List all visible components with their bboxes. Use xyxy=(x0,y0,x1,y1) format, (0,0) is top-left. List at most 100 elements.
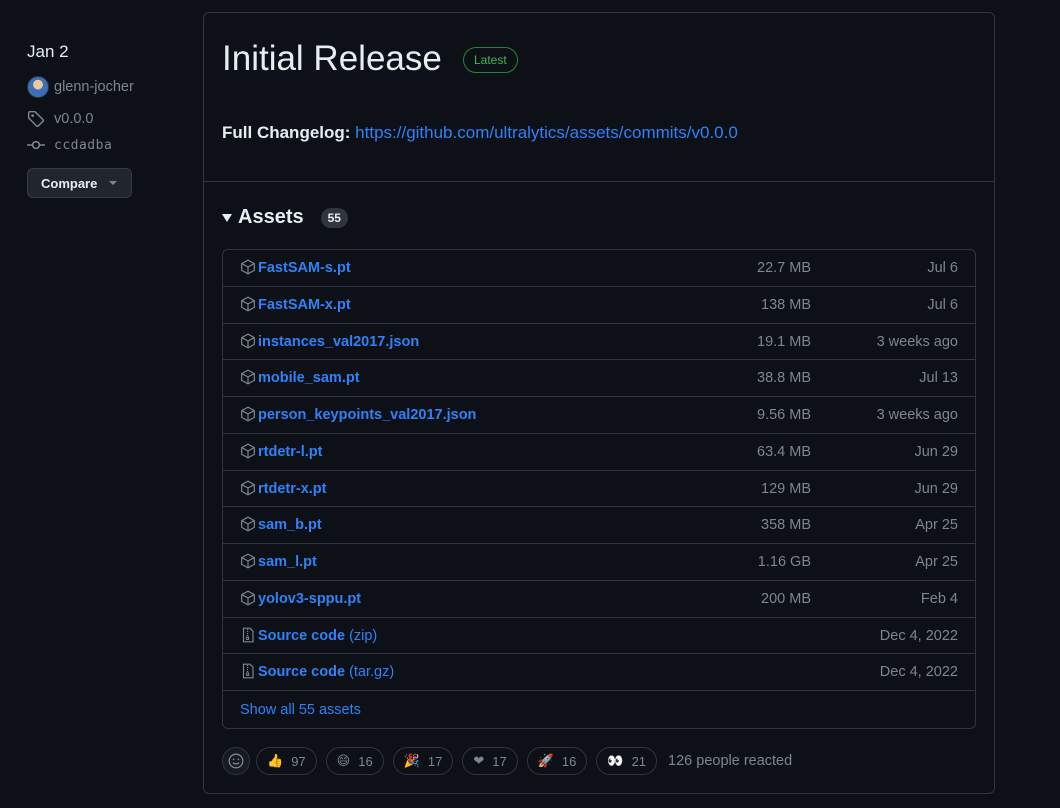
asset-row: FastSAM-x.pt 138 MB Jul 6 xyxy=(223,287,975,324)
assets-list: FastSAM-s.pt 22.7 MB Jul 6 FastSAM-x.pt 138 … xyxy=(222,249,976,729)
asset-size: 358 MB xyxy=(761,517,811,534)
reaction-count: 97 xyxy=(291,753,306,769)
reaction-button[interactable]: 🚀 16 xyxy=(526,747,588,775)
asset-row: sam_l.pt 1.16 GB Apr 25 xyxy=(223,544,975,581)
package-icon xyxy=(240,259,256,279)
asset-link[interactable]: FastSAM-s.pt xyxy=(258,250,351,286)
reaction-count: 17 xyxy=(427,753,443,769)
caret-down-icon xyxy=(109,181,118,185)
tag-link[interactable]: v0.0.0 xyxy=(27,109,197,129)
reaction-count: 16 xyxy=(358,753,373,769)
compare-button[interactable]: Compare xyxy=(27,168,132,198)
package-icon xyxy=(240,553,256,573)
changelog-label: Full Changelog: xyxy=(222,123,351,142)
asset-row: mobile_sam.pt 38.8 MB Jul 13 xyxy=(223,360,975,397)
asset-link[interactable]: FastSAM-x.pt xyxy=(258,287,351,323)
laugh-icon: 😄 xyxy=(336,753,351,769)
eyes-icon: 👀 xyxy=(607,753,624,769)
asset-row: rtdetr-l.pt 63.4 MB Jun 29 xyxy=(223,434,975,471)
reaction-button[interactable]: 👍 97 xyxy=(256,747,317,775)
file-zip-icon xyxy=(240,663,256,683)
package-icon xyxy=(240,333,256,353)
source-code-label: Source code xyxy=(258,664,346,681)
asset-link[interactable]: rtdetr-x.pt xyxy=(258,471,326,507)
tag-icon xyxy=(27,110,45,128)
asset-size: 9.56 MB xyxy=(757,407,811,423)
asset-size: 129 MB xyxy=(761,480,811,497)
author-link[interactable]: glenn-jocher xyxy=(27,75,197,99)
reaction-button[interactable]: 👀 21 xyxy=(596,747,658,775)
changelog-link[interactable]: https://github.com/ultralytics/assets/co… xyxy=(355,123,738,142)
asset-row: rtdetr-x.pt 129 MB Jun 29 xyxy=(223,471,975,508)
asset-size: 38.8 MB xyxy=(757,370,811,387)
asset-date: Jul 13 xyxy=(919,370,958,387)
reactions-bar: 👍 97 😄 16 🎉 17 ❤ 17 🚀 16 👀 21 126 people reacted xyxy=(222,747,792,775)
reaction-count: 21 xyxy=(631,753,647,769)
reaction-button[interactable]: ❤ 17 xyxy=(462,747,518,775)
reaction-count: 16 xyxy=(561,753,577,769)
triangle-down-icon xyxy=(222,213,232,222)
asset-link[interactable]: yolov3-sppu.pt xyxy=(258,581,361,617)
package-icon xyxy=(240,590,256,610)
source-code-link[interactable]: Source code (tar.gz) xyxy=(258,654,394,690)
tag-name[interactable]: v0.0.0 xyxy=(54,111,94,127)
asset-row: instances_val2017.json 19.1 MB 3 weeks ago xyxy=(223,324,975,361)
asset-date: Jul 6 xyxy=(927,296,958,313)
asset-link[interactable]: instances_val2017.json xyxy=(258,324,419,360)
asset-size: 19.1 MB xyxy=(757,333,811,350)
asset-date: Apr 25 xyxy=(915,517,958,534)
hooray-icon: 🎉 xyxy=(403,753,420,769)
package-icon xyxy=(240,480,256,500)
asset-date: Jul 6 xyxy=(927,260,958,276)
asset-date: 3 weeks ago xyxy=(876,407,958,423)
release-title[interactable]: Initial Release xyxy=(222,37,442,81)
asset-link[interactable]: sam_l.pt xyxy=(258,544,317,580)
latest-badge: Latest xyxy=(463,47,518,73)
source-code-link[interactable]: Source code (zip) xyxy=(258,618,377,654)
asset-date: Jun 29 xyxy=(914,480,958,497)
heart-icon: ❤ xyxy=(473,753,485,769)
changelog: Full Changelog: https://github.com/ultra… xyxy=(222,122,738,144)
reaction-button[interactable]: 🎉 17 xyxy=(392,747,454,775)
reaction-count: 17 xyxy=(492,753,507,769)
reaction-button[interactable]: 😄 16 xyxy=(325,747,384,775)
package-icon xyxy=(240,369,256,389)
reactions-summary: 126 people reacted xyxy=(668,753,793,769)
source-code-format: (tar.gz) xyxy=(349,664,395,681)
assets-toggle[interactable]: Assets 55 xyxy=(222,206,348,229)
asset-size: 138 MB xyxy=(761,296,811,313)
show-all-assets-link[interactable]: Show all 55 assets xyxy=(240,702,361,718)
assets-title: Assets xyxy=(238,206,304,228)
release-header: Initial Release Latest Full Changelog: h… xyxy=(204,13,994,182)
package-icon xyxy=(240,296,256,316)
package-icon xyxy=(240,443,256,463)
asset-link[interactable]: rtdetr-l.pt xyxy=(258,434,322,470)
smiley-icon xyxy=(228,753,244,769)
asset-link[interactable]: mobile_sam.pt xyxy=(258,360,360,396)
asset-size: 1.16 GB xyxy=(757,554,811,570)
commit-sha[interactable]: ccdadba xyxy=(54,138,112,153)
source-code-row: Source code (zip) Dec 4, 2022 xyxy=(223,618,975,655)
rocket-icon: 🚀 xyxy=(537,753,554,769)
assets-count-badge: 55 xyxy=(320,207,348,228)
commit-link[interactable]: ccdadba xyxy=(27,135,197,155)
source-code-row: Source code (tar.gz) Dec 4, 2022 xyxy=(223,654,975,691)
asset-date: Jun 29 xyxy=(914,443,958,460)
thumbs-up-icon: 👍 xyxy=(267,753,284,769)
release-date: Jan 2 xyxy=(27,42,69,61)
asset-link[interactable]: person_keypoints_val2017.json xyxy=(258,397,476,433)
asset-size: 22.7 MB xyxy=(757,260,811,276)
asset-link[interactable]: sam_b.pt xyxy=(258,507,322,543)
asset-size: 63.4 MB xyxy=(757,443,811,460)
package-icon xyxy=(240,516,256,536)
asset-date: 3 weeks ago xyxy=(876,333,958,350)
source-code-date: Dec 4, 2022 xyxy=(879,664,958,681)
source-code-label: Source code xyxy=(258,627,346,644)
asset-date: Feb 4 xyxy=(920,590,958,607)
add-reaction-button[interactable] xyxy=(222,747,250,775)
asset-date: Apr 25 xyxy=(915,554,958,570)
commit-icon xyxy=(27,140,45,150)
avatar[interactable] xyxy=(27,76,49,98)
file-zip-icon xyxy=(240,627,256,647)
author-name[interactable]: glenn-jocher xyxy=(54,79,134,95)
